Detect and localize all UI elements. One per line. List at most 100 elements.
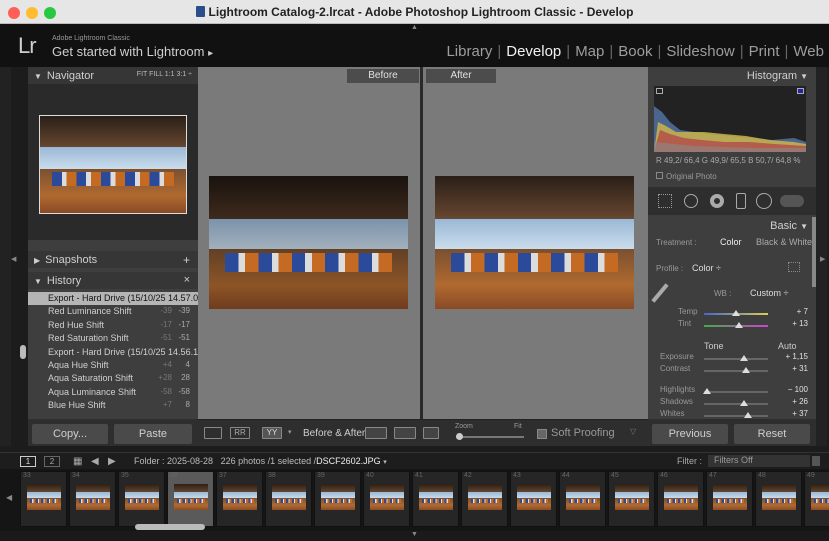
filmstrip-thumbnail[interactable]: 38 [265, 471, 312, 527]
filmstrip-thumbnail[interactable]: 44 [559, 471, 606, 527]
slider-value[interactable]: + 13 [792, 319, 808, 328]
filmstrip-thumbnail[interactable]: 35 [118, 471, 165, 527]
add-snapshot-button[interactable]: + [183, 253, 190, 267]
module-map[interactable]: Map [570, 43, 609, 60]
crop-tool-icon[interactable] [658, 194, 672, 208]
slider-thumb[interactable] [734, 322, 743, 328]
history-header[interactable]: ▼ History × [28, 272, 198, 289]
history-item[interactable]: Export - Hard Drive (15/10/25 14.56.12) [28, 346, 198, 359]
get-started-link[interactable]: Get started with Lightroom ▸ [52, 44, 213, 59]
filmstrip-thumbnail[interactable]: 45 [608, 471, 655, 527]
collapse-filmstrip-icon[interactable]: ▼ [411, 531, 418, 538]
slider-track-whites[interactable] [704, 415, 768, 417]
history-item[interactable]: Export - Hard Drive (15/10/25 14.57.00) [28, 292, 198, 306]
back-arrow-icon[interactable]: ◀ [91, 456, 99, 467]
module-develop[interactable]: Develop [501, 43, 566, 60]
window2-button[interactable]: 2 [44, 456, 60, 467]
clear-history-button[interactable]: × [184, 274, 190, 286]
loupe-view-icon[interactable] [204, 427, 222, 439]
after-photo[interactable] [435, 176, 634, 309]
treatment-color-button[interactable]: Color [720, 237, 742, 247]
collapse-left-panel-icon[interactable]: ◀ [11, 255, 16, 263]
slider-value[interactable]: + 7 [797, 307, 808, 316]
filmstrip-thumbnail[interactable]: 36 [167, 471, 214, 527]
left-scrollbar-thumb[interactable] [20, 345, 26, 359]
copy-before-to-after-button[interactable] [365, 427, 387, 439]
history-item[interactable]: Blue Hue Shift +7 8 [28, 399, 198, 412]
before-photo[interactable] [209, 176, 408, 309]
filmstrip-thumbnail[interactable]: 43 [510, 471, 557, 527]
filmstrip-thumbnail[interactable]: 33 [20, 471, 67, 527]
filmstrip-thumbnail[interactable]: 40 [363, 471, 410, 527]
navigator-zoom-options[interactable]: FIT FILL 1:1 3:1 ÷ [137, 71, 192, 78]
copy-after-to-before-button[interactable] [394, 427, 416, 439]
soft-proofing-checkbox[interactable] [537, 429, 547, 439]
slider-track-shadows[interactable] [704, 403, 768, 405]
basic-header[interactable]: Basic ▼ [648, 217, 816, 234]
filmstrip-thumbnail[interactable]: 34 [69, 471, 116, 527]
filmstrip-thumbnail[interactable]: 37 [216, 471, 263, 527]
module-book[interactable]: Book [613, 43, 657, 60]
healing-tool-icon[interactable] [684, 194, 698, 208]
history-item[interactable]: Aqua Saturation Shift +28 28 [28, 372, 198, 385]
filmstrip-prev-icon[interactable]: ◀ [6, 493, 12, 502]
paste-settings-button[interactable]: Paste [114, 424, 192, 444]
slider-value[interactable]: + 31 [792, 364, 808, 373]
history-item[interactable]: Red Luminance Shift -39 -39 [28, 305, 198, 318]
filmstrip-thumbnail[interactable]: 39 [314, 471, 361, 527]
filmstrip-thumbnail[interactable]: 41 [412, 471, 459, 527]
slider-thumb[interactable] [739, 355, 748, 361]
zoom-slider[interactable] [456, 436, 524, 438]
slider-thumb[interactable] [743, 412, 752, 418]
zoom-slider-thumb[interactable] [456, 433, 463, 440]
slider-value[interactable]: + 1,15 [786, 352, 808, 361]
swap-before-after-button[interactable] [423, 427, 439, 439]
wb-select[interactable]: Custom ÷ [750, 288, 788, 298]
slider-value[interactable]: − 100 [788, 385, 808, 394]
filter-select[interactable]: Filters Off [708, 455, 810, 467]
history-item[interactable]: Red Hue Shift -17 -17 [28, 319, 198, 332]
toolbar-content-chevron-icon[interactable]: ▽ [630, 427, 636, 436]
slider-track-highlights[interactable] [704, 391, 768, 393]
grid-view-icon[interactable]: ▦ [73, 456, 82, 467]
filmstrip-thumbnail[interactable]: 42 [461, 471, 508, 527]
treatment-bw-button[interactable]: Black & White [756, 237, 812, 247]
window1-button[interactable]: 1 [20, 456, 36, 467]
collapse-top-panel-icon[interactable]: ▲ [411, 24, 418, 31]
wb-eyedropper-icon[interactable] [651, 283, 669, 303]
profile-browser-icon[interactable] [788, 262, 800, 272]
previous-button[interactable]: Previous [652, 424, 728, 444]
original-photo-toggle[interactable]: Original Photo [656, 172, 717, 181]
slider-track-exposure[interactable] [704, 358, 768, 360]
slider-thumb[interactable] [740, 400, 749, 406]
navigator-preview[interactable] [28, 84, 198, 240]
filmstrip-scrollbar-thumb[interactable] [135, 524, 205, 530]
filmstrip-thumbnail[interactable]: 47 [706, 471, 753, 527]
auto-tone-button[interactable]: Auto [778, 341, 797, 351]
slider-track-contrast[interactable] [704, 370, 768, 372]
before-after-left-right-icon[interactable]: RR [230, 427, 250, 439]
filmstrip-thumbnail[interactable]: 49 [804, 471, 829, 527]
history-item[interactable]: Aqua Hue Shift +4 4 [28, 359, 198, 372]
slider-value[interactable]: + 26 [792, 397, 808, 406]
snapshots-header[interactable]: ▶ Snapshots + [28, 251, 198, 268]
slider-thumb[interactable] [741, 367, 750, 373]
filter-lock-icon[interactable] [812, 456, 820, 466]
before-after-split-icon[interactable]: YY [262, 427, 282, 439]
slider-thumb[interactable] [702, 388, 711, 394]
view-options-chevron-icon[interactable]: ▾ [288, 428, 292, 436]
history-item[interactable]: Red Saturation Shift -51 -51 [28, 332, 198, 345]
red-eye-tool-icon[interactable] [710, 194, 724, 208]
module-web[interactable]: Web [788, 43, 829, 60]
forward-arrow-icon[interactable]: ▶ [108, 456, 116, 467]
histogram-graph[interactable] [654, 86, 806, 152]
radial-tool-icon[interactable] [756, 193, 772, 209]
highlight-clipping-indicator[interactable] [797, 88, 804, 94]
histogram-header[interactable]: Histogram ▼ [648, 67, 816, 84]
module-library[interactable]: Library [441, 43, 497, 60]
reset-button[interactable]: Reset [734, 424, 810, 444]
masking-tool-icon[interactable] [736, 193, 746, 209]
slider-thumb[interactable] [732, 310, 740, 316]
filmstrip-thumbnail[interactable]: 46 [657, 471, 704, 527]
module-slideshow[interactable]: Slideshow [661, 43, 739, 60]
